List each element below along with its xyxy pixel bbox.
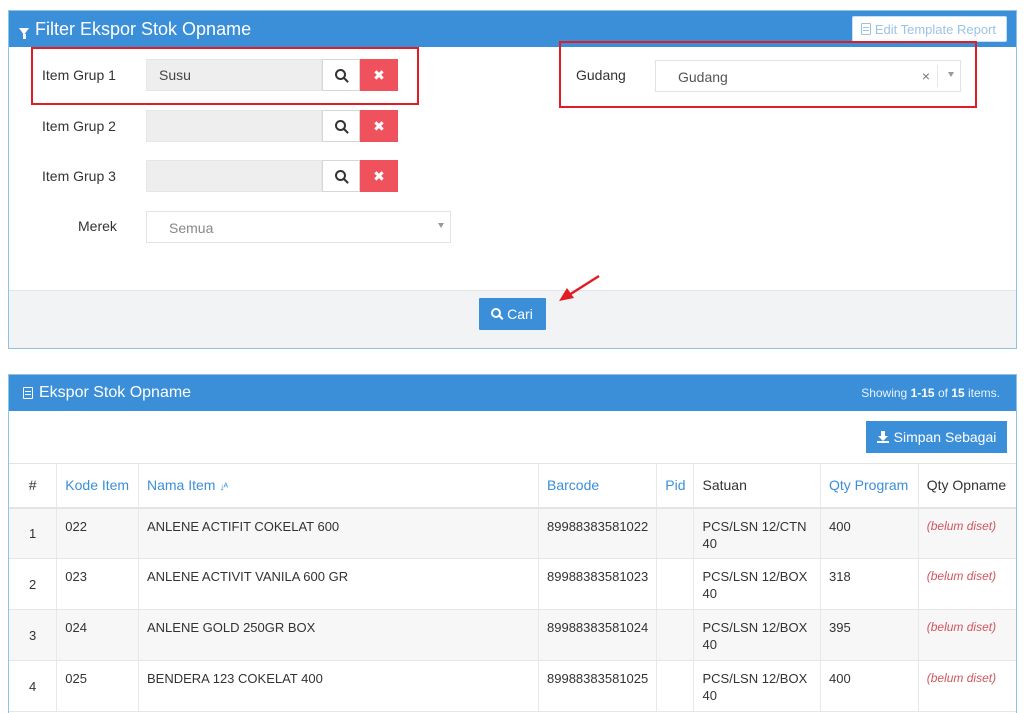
chevron-down-icon	[438, 223, 444, 228]
item-grup-2-clear-button[interactable]: ✖	[360, 110, 398, 142]
item-grup-3-label: Item Grup 3	[42, 168, 116, 184]
edit-template-button[interactable]: Edit Template Report	[851, 16, 1007, 42]
kode-item-cell: 023	[56, 558, 139, 610]
highlight-box-item-grup-1	[31, 47, 419, 105]
table-row: 2 023 ANLENE ACTIVIT VANILA 600 GR 89988383…	[9, 558, 1016, 610]
qty-opname-cell[interactable]: (belum diset)	[918, 558, 1016, 610]
pid-cell	[656, 558, 695, 610]
merek-select[interactable]: Semua	[146, 211, 451, 243]
column-header-pid[interactable]: Pid	[656, 463, 695, 509]
merek-label: Merek	[78, 218, 117, 234]
row-number: 4	[9, 660, 58, 712]
table-header-row: # Kode Item Nama Item ↓ᴬ Barcode Pid Satu…	[9, 463, 1016, 509]
simpan-sebagai-button[interactable]: Simpan Sebagai	[866, 421, 1007, 453]
pid-cell	[656, 507, 695, 559]
nama-item-cell: BENDERA 123 COKELAT 400	[138, 660, 540, 712]
close-icon: ✖	[373, 117, 385, 134]
search-icon	[491, 308, 502, 318]
satuan-cell: PCS/LSN 12/CTN 40	[693, 507, 821, 559]
table-row: 4 025 BENDERA 123 COKELAT 400 8998838358102…	[9, 660, 1016, 712]
satuan-cell: PCS/LSN 12/BOX 40	[693, 609, 821, 661]
merek-select-value: Semua	[169, 220, 214, 236]
showing-summary: Showing 1-15 of 15 items.	[861, 386, 1000, 400]
qty-opname-cell[interactable]: (belum diset)	[918, 660, 1016, 712]
showing-mid: of	[934, 386, 952, 400]
export-panel-title: Ekspor Stok Opname	[39, 384, 192, 401]
close-icon: ✖	[373, 167, 385, 184]
kode-item-cell: 022	[56, 507, 139, 559]
column-header-satuan: Satuan	[693, 463, 821, 509]
export-panel: Ekspor Stok Opname Showing 1-15 of 15 it…	[8, 374, 1017, 713]
barcode-cell: 89988383581023	[538, 558, 658, 610]
showing-suffix: items.	[964, 386, 1000, 400]
pid-cell	[656, 609, 695, 661]
sort-alpha-icon: ↓ᴬ	[219, 482, 227, 494]
table-body: 1 022 ANLENE ACTIFIT COKELAT 600 8998838358…	[9, 507, 1016, 712]
satuan-cell: PCS/LSN 12/BOX 40	[693, 660, 821, 712]
document-icon	[23, 387, 33, 399]
filter-panel: Filter Ekspor Stok Opname Edit Template …	[8, 10, 1017, 349]
red-arrow-annotation	[559, 274, 600, 301]
table-row: 3 024 ANLENE GOLD 250GR BOX 89988383581024 P…	[9, 609, 1016, 661]
barcode-cell: 89988383581024	[538, 609, 658, 661]
item-grup-2-label: Item Grup 2	[42, 118, 116, 134]
qty-program-cell: 400	[820, 507, 919, 559]
nama-item-cell: ANLENE ACTIVIT VANILA 600 GR	[138, 558, 540, 610]
barcode-cell: 89988383581022	[538, 507, 658, 559]
filter-icon	[19, 27, 29, 39]
stok-opname-table: # Kode Item Nama Item ↓ᴬ Barcode Pid Satu…	[9, 463, 1016, 712]
showing-prefix: Showing	[861, 386, 911, 400]
edit-template-label: Edit Template Report	[874, 21, 996, 37]
qty-opname-cell[interactable]: (belum diset)	[918, 507, 1016, 559]
kode-item-cell: 025	[56, 660, 139, 712]
column-header-barcode[interactable]: Barcode	[538, 463, 658, 509]
column-header-qty-program[interactable]: Qty Program	[820, 463, 919, 509]
kode-item-cell: 024	[56, 609, 139, 661]
export-panel-header: Ekspor Stok Opname Showing 1-15 of 15 it…	[9, 375, 1016, 411]
search-icon	[334, 119, 346, 131]
filter-panel-title: Filter Ekspor Stok Opname	[35, 18, 252, 39]
showing-range: 1-15	[910, 386, 935, 400]
item-grup-3-clear-button[interactable]: ✖	[360, 160, 398, 192]
qty-program-cell: 400	[820, 660, 919, 712]
table-row: 1 022 ANLENE ACTIFIT COKELAT 600 8998838358…	[9, 507, 1016, 559]
document-icon	[860, 23, 871, 35]
item-grup-3-input[interactable]	[146, 160, 322, 192]
column-header-nama-item[interactable]: Nama Item ↓ᴬ	[138, 463, 540, 509]
row-number: 1	[9, 507, 58, 559]
highlight-box-gudang	[559, 41, 977, 108]
cari-button[interactable]: Cari	[479, 298, 546, 330]
download-icon	[876, 431, 889, 443]
nama-item-cell: ANLENE GOLD 250GR BOX	[138, 609, 540, 661]
pid-cell	[656, 660, 695, 712]
qty-opname-cell[interactable]: (belum diset)	[918, 609, 1016, 661]
cari-label: Cari	[507, 306, 533, 322]
search-icon	[334, 169, 346, 181]
showing-total: 15	[951, 386, 965, 400]
column-header-qty-opname: Qty Opname	[918, 463, 1016, 509]
column-header-number: #	[9, 463, 58, 509]
qty-program-cell: 395	[820, 609, 919, 661]
nama-item-header-label: Nama Item	[146, 477, 216, 494]
simpan-sebagai-label: Simpan Sebagai	[893, 429, 997, 445]
qty-program-cell: 318	[820, 558, 919, 610]
row-number: 3	[9, 609, 58, 661]
barcode-cell: 89988383581025	[538, 660, 658, 712]
row-number: 2	[9, 558, 58, 610]
item-grup-3-search-button[interactable]	[322, 160, 360, 192]
item-grup-2-search-button[interactable]	[322, 110, 360, 142]
satuan-cell: PCS/LSN 12/BOX 40	[693, 558, 821, 610]
nama-item-cell: ANLENE ACTIFIT COKELAT 600	[138, 507, 540, 559]
item-grup-2-input[interactable]	[146, 110, 322, 142]
column-header-kode-item[interactable]: Kode Item	[56, 463, 139, 509]
